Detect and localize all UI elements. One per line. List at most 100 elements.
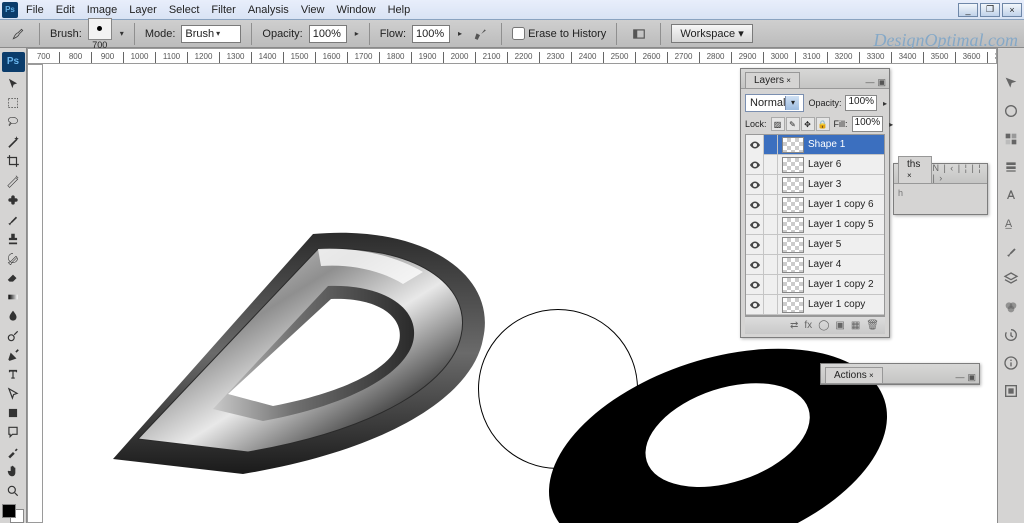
history-panel-icon[interactable] xyxy=(1000,324,1022,346)
layer-opacity-flyout-icon[interactable]: ▸ xyxy=(883,99,887,108)
hand-tool-icon[interactable] xyxy=(2,463,25,480)
flow-flyout-icon[interactable]: ▸ xyxy=(458,29,462,38)
foreground-color-swatch[interactable] xyxy=(2,504,16,518)
paths-panel[interactable]: ths × N | ‹ | ¦ | ¦ | › h xyxy=(893,163,988,215)
layers-tab[interactable]: Layers × xyxy=(745,72,800,88)
visibility-toggle-icon[interactable] xyxy=(746,135,764,155)
close-button[interactable]: × xyxy=(1002,3,1022,17)
flow-input[interactable]: 100% xyxy=(412,25,450,43)
color-panel-icon[interactable] xyxy=(1000,100,1022,122)
layer-thumbnail[interactable] xyxy=(782,217,804,233)
pen-tool-icon[interactable] xyxy=(2,346,25,363)
path-select-tool-icon[interactable] xyxy=(2,385,25,402)
layer-thumbnail[interactable] xyxy=(782,137,804,153)
zoom-tool-icon[interactable] xyxy=(2,482,25,499)
fill-flyout-icon[interactable]: ▸ xyxy=(889,120,893,129)
horizontal-ruler[interactable]: 7008009001000110012001300140015001600170… xyxy=(27,48,997,64)
layer-row[interactable]: Layer 6 xyxy=(746,155,884,175)
minimize-button[interactable]: _ xyxy=(958,3,978,17)
layer-name[interactable]: Shape 1 xyxy=(808,139,884,150)
layer-list[interactable]: Shape 1 Layer 6 Layer 3 Layer 1 copy 6 Layer… xyxy=(745,134,885,316)
layer-name[interactable]: Layer 5 xyxy=(808,239,884,250)
panel-close-icon[interactable]: ▣ xyxy=(877,77,886,88)
tool-presets-panel-icon[interactable] xyxy=(1000,380,1022,402)
brush-preset-picker[interactable] xyxy=(88,18,112,40)
layer-name[interactable]: Layer 3 xyxy=(808,179,884,190)
image-menu[interactable]: Image xyxy=(81,2,124,18)
crop-tool-icon[interactable] xyxy=(2,153,25,170)
layer-row[interactable]: Layer 1 copy 6 xyxy=(746,195,884,215)
history-brush-tool-icon[interactable] xyxy=(2,249,25,266)
help-menu[interactable]: Help xyxy=(382,2,417,18)
airbrush-icon[interactable] xyxy=(468,24,491,44)
layer-opacity-input[interactable]: 100% xyxy=(845,95,877,111)
layer-thumbnail[interactable] xyxy=(782,197,804,213)
swatches-panel-icon[interactable] xyxy=(1000,128,1022,150)
lasso-tool-icon[interactable] xyxy=(2,114,25,131)
actions-panel[interactable]: Actions × — ▣ xyxy=(820,363,980,385)
eyedropper-tool-icon[interactable] xyxy=(2,443,25,460)
lock-transparent-icon[interactable]: ▨ xyxy=(771,117,785,131)
actions-minimize-icon[interactable]: — xyxy=(955,372,964,383)
visibility-toggle-icon[interactable] xyxy=(746,215,764,235)
opacity-input[interactable]: 100% xyxy=(309,25,347,43)
layer-thumbnail[interactable] xyxy=(782,157,804,173)
toggle-panels-icon[interactable] xyxy=(627,24,650,44)
brushes-panel-icon[interactable] xyxy=(1000,240,1022,262)
view-menu[interactable]: View xyxy=(295,2,331,18)
edit-menu[interactable]: Edit xyxy=(50,2,81,18)
channels-panel-icon[interactable] xyxy=(1000,296,1022,318)
layer-name[interactable]: Layer 6 xyxy=(808,159,884,170)
visibility-toggle-icon[interactable] xyxy=(746,155,764,175)
layers-panel-icon[interactable] xyxy=(1000,268,1022,290)
move-tool-icon[interactable] xyxy=(2,75,25,92)
layer-name[interactable]: Layer 4 xyxy=(808,259,884,270)
select-menu[interactable]: Select xyxy=(163,2,206,18)
blend-mode-select[interactable]: Brush▾ xyxy=(181,25,241,43)
paragraph-panel-icon[interactable]: A̲ xyxy=(1000,212,1022,234)
workspace-switcher[interactable]: Workspace ▾ xyxy=(671,24,752,43)
lock-position-icon[interactable]: ✥ xyxy=(801,117,815,131)
layer-row[interactable]: Layer 1 copy xyxy=(746,295,884,315)
layer-thumbnail[interactable] xyxy=(782,257,804,273)
slice-tool-icon[interactable] xyxy=(2,172,25,189)
layers-panel[interactable]: Layers × — ▣ Normal▾ Opacity: 100% ▸ Loc… xyxy=(740,68,890,338)
filter-menu[interactable]: Filter xyxy=(205,2,241,18)
lock-all-icon[interactable]: 🔒 xyxy=(816,117,830,131)
layer-thumbnail[interactable] xyxy=(782,277,804,293)
link-layers-icon[interactable]: ⇄ xyxy=(790,320,798,331)
brush-picker-chevron-icon[interactable]: ▾ xyxy=(120,29,124,38)
color-swatches[interactable] xyxy=(2,504,24,523)
visibility-toggle-icon[interactable] xyxy=(746,235,764,255)
type-tool-icon[interactable] xyxy=(2,366,25,383)
layer-row[interactable]: Layer 1 copy 2 xyxy=(746,275,884,295)
file-menu[interactable]: File xyxy=(20,2,50,18)
eraser-tool-icon[interactable] xyxy=(2,269,25,286)
shape-tool-icon[interactable] xyxy=(2,404,25,421)
lock-buttons[interactable]: ▨ ✎ ✥ 🔒 xyxy=(771,117,830,131)
erase-to-history-checkbox[interactable]: Erase to History xyxy=(512,27,606,40)
layer-name[interactable]: Layer 1 copy 5 xyxy=(808,219,884,230)
fill-input[interactable]: 100% xyxy=(852,116,884,132)
dodge-tool-icon[interactable] xyxy=(2,327,25,344)
layer-row[interactable]: Layer 5 xyxy=(746,235,884,255)
analysis-menu[interactable]: Analysis xyxy=(242,2,295,18)
blend-mode-dropdown[interactable]: Normal▾ xyxy=(745,94,804,112)
notes-tool-icon[interactable] xyxy=(2,424,25,441)
lock-pixels-icon[interactable]: ✎ xyxy=(786,117,800,131)
stamp-tool-icon[interactable] xyxy=(2,230,25,247)
styles-panel-icon[interactable] xyxy=(1000,156,1022,178)
new-layer-icon[interactable]: ▦ xyxy=(851,320,860,331)
vertical-ruler[interactable] xyxy=(27,64,43,523)
character-panel-icon[interactable] xyxy=(1000,184,1022,206)
navigator-panel-icon[interactable] xyxy=(1000,72,1022,94)
restore-button[interactable]: ❐ xyxy=(980,3,1000,17)
healing-tool-icon[interactable] xyxy=(2,191,25,208)
actions-close-icon[interactable]: ▣ xyxy=(967,372,976,383)
layer-row[interactable]: Layer 3 xyxy=(746,175,884,195)
layer-thumbnail[interactable] xyxy=(782,237,804,253)
opacity-flyout-icon[interactable]: ▸ xyxy=(355,29,359,38)
delete-layer-icon[interactable]: 🗑 xyxy=(866,320,879,331)
actions-tab[interactable]: Actions × xyxy=(825,367,883,383)
marquee-tool-icon[interactable] xyxy=(2,94,25,111)
